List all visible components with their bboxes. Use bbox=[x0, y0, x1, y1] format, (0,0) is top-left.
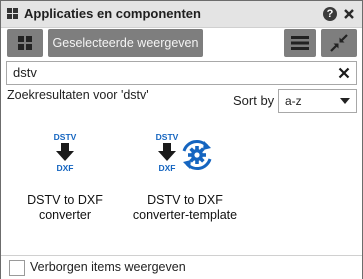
sort-value: a-z bbox=[285, 94, 302, 108]
show-hidden-checkbox[interactable] bbox=[9, 260, 25, 276]
icon-top-text: DSTV bbox=[156, 132, 179, 142]
item-label: DSTV to DXF converter-template bbox=[125, 193, 245, 223]
show-selected-button[interactable]: Geselecteerde weergeven bbox=[48, 29, 203, 57]
search-value: dstv bbox=[13, 65, 37, 80]
search-input[interactable]: dstv bbox=[6, 61, 357, 85]
dstv-dxf-template-icon: DSTV DXF bbox=[156, 132, 212, 173]
item-label: DSTV to DXF converter bbox=[5, 193, 125, 223]
clear-icon[interactable] bbox=[338, 67, 350, 79]
sync-gear-icon bbox=[182, 139, 212, 171]
icon-bottom-text: DXF bbox=[159, 163, 176, 173]
download-arrow-icon bbox=[158, 143, 176, 161]
caret-down-icon bbox=[340, 98, 350, 104]
item-label-line1: DSTV to DXF bbox=[147, 193, 223, 207]
footer-bar: Verborgen items weergeven bbox=[1, 255, 362, 279]
item-label-line2: converter-template bbox=[132, 208, 238, 222]
window-title: Applicaties en componenten bbox=[24, 6, 201, 21]
search-results-label: Zoekresultaten voor 'dstv' bbox=[7, 88, 149, 102]
menu-icon bbox=[291, 36, 309, 50]
close-icon[interactable] bbox=[342, 7, 356, 21]
collapse-button[interactable] bbox=[321, 29, 357, 57]
item-label-line1: DSTV to DXF bbox=[27, 193, 103, 207]
dstv-dxf-icon: DSTV DXF bbox=[54, 132, 77, 173]
sort-label: Sort by bbox=[233, 93, 275, 108]
applications-window: Applicaties en componenten ? Geselecteer… bbox=[0, 0, 363, 279]
grid-icon bbox=[18, 36, 32, 50]
download-arrow-icon bbox=[56, 143, 74, 161]
collapse-icon bbox=[330, 34, 348, 52]
item-label-line2: converter bbox=[38, 208, 92, 222]
show-hidden-label[interactable]: Verborgen items weergeven bbox=[30, 260, 186, 274]
icon-top-text: DSTV bbox=[54, 132, 77, 142]
icon-bottom-text: DXF bbox=[57, 163, 74, 173]
grid-view-button[interactable] bbox=[7, 29, 43, 57]
title-bar: Applicaties en componenten ? bbox=[1, 1, 362, 28]
help-icon[interactable]: ? bbox=[323, 7, 337, 21]
app-icon bbox=[7, 8, 18, 19]
menu-button[interactable] bbox=[284, 29, 316, 57]
sort-dropdown[interactable]: a-z bbox=[278, 89, 357, 113]
